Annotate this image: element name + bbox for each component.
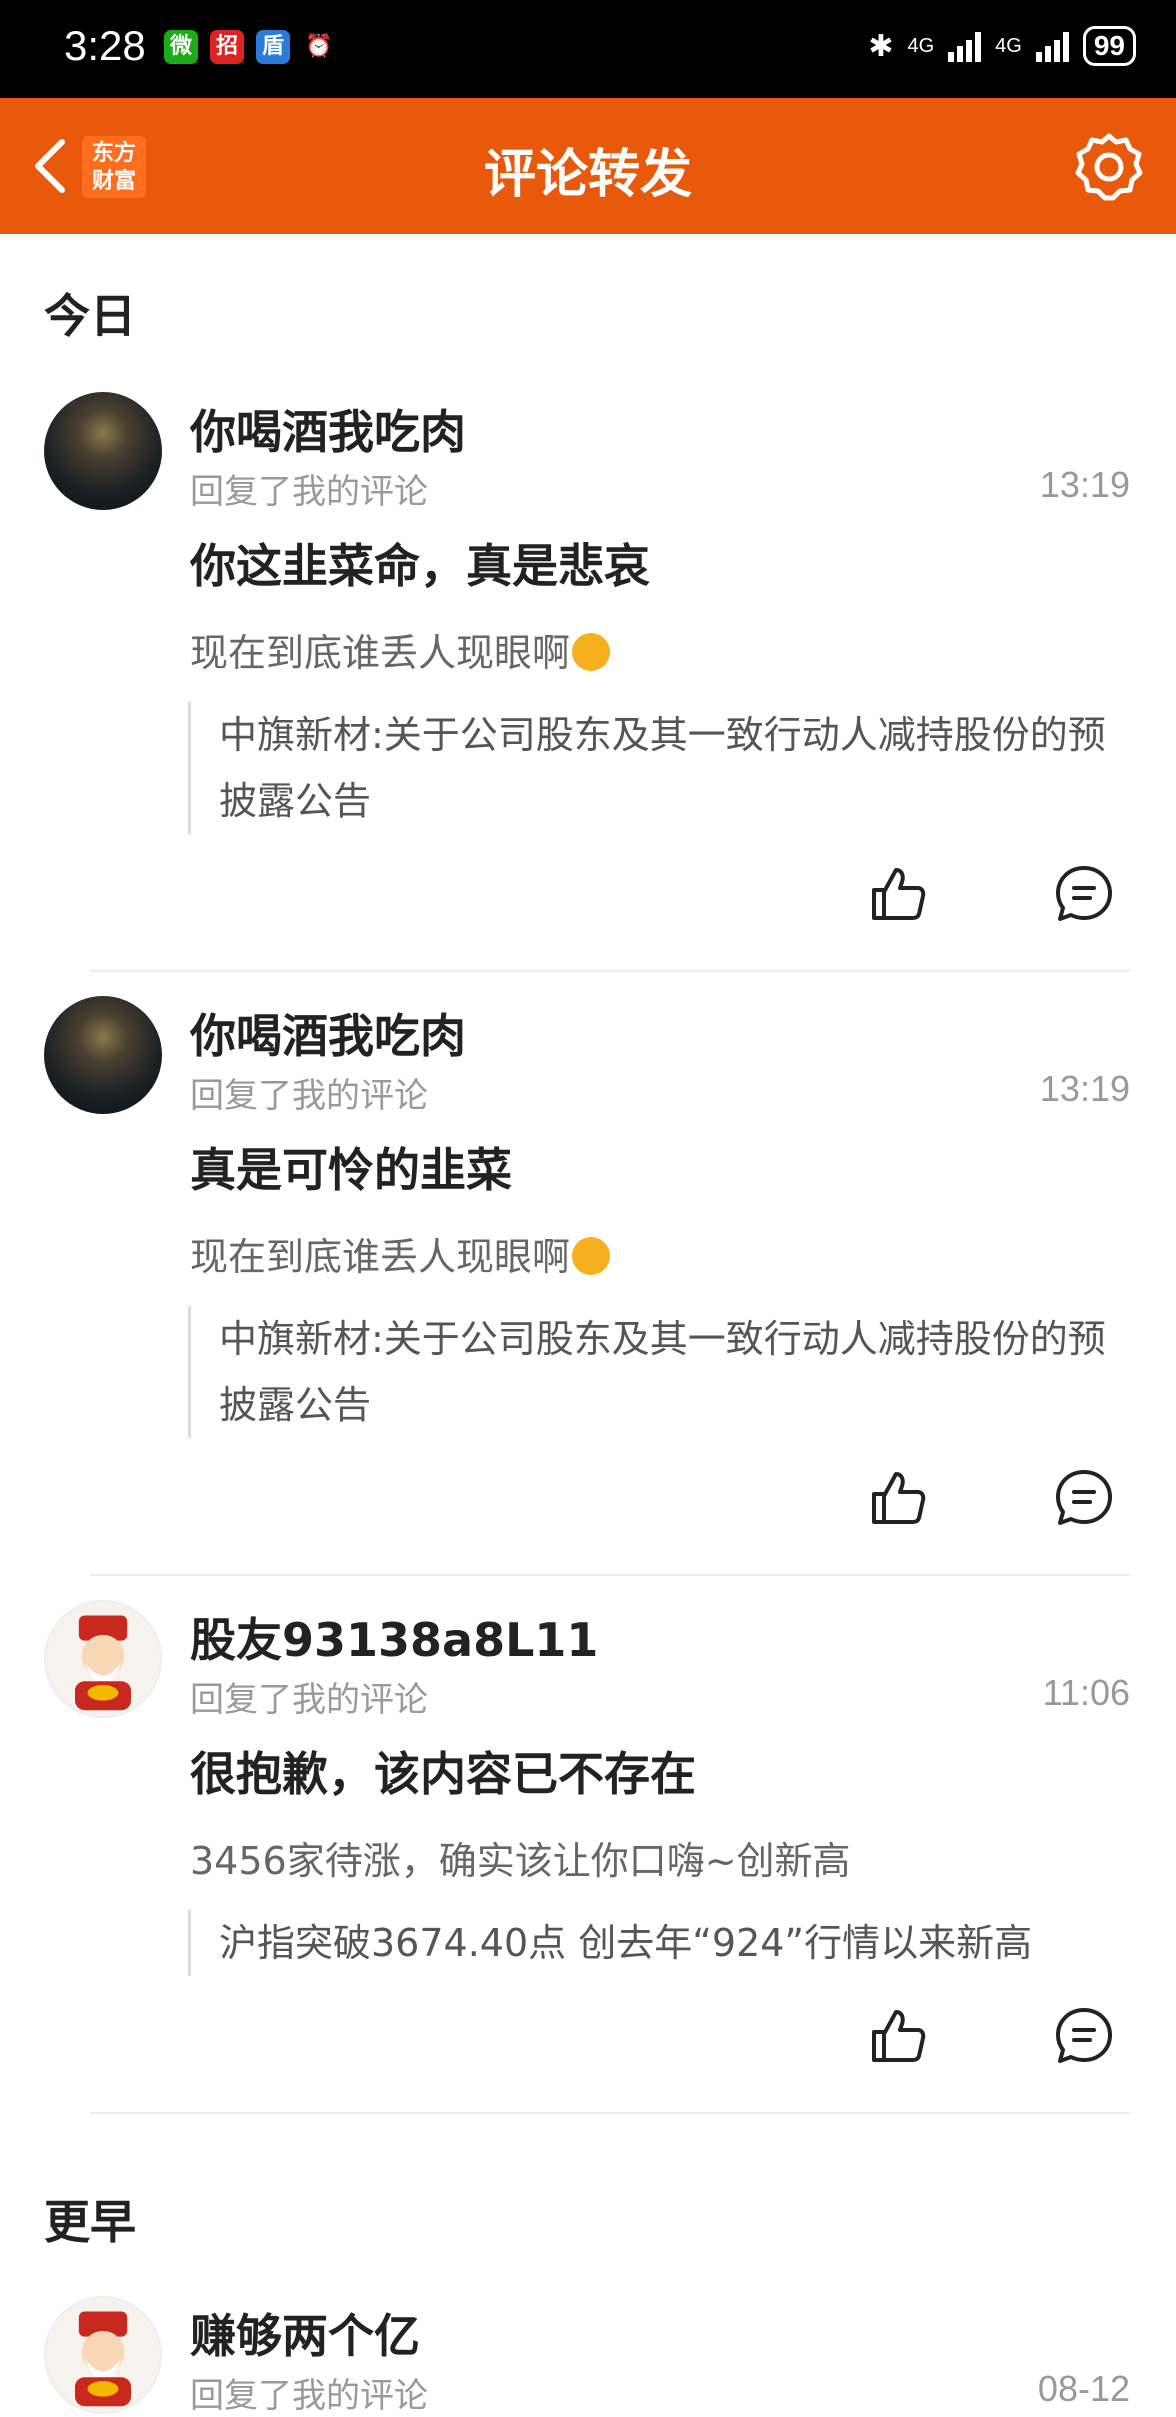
bluetooth-icon: ✱ — [868, 29, 894, 63]
divider — [90, 2112, 1130, 2114]
reply-text: 你这韭菜命，真是悲哀 — [190, 539, 650, 593]
alarm-icon: ⏰ — [305, 34, 333, 59]
timestamp: 13:19 — [1039, 464, 1130, 505]
comment-icon[interactable] — [1052, 2004, 1116, 2068]
app-header: 东方 财富 评论转发 — [0, 98, 1176, 234]
divider — [90, 970, 1130, 972]
comment-icon[interactable] — [1052, 1466, 1116, 1530]
laughing-emoji-icon — [572, 1236, 611, 1275]
action-text: 回复了我的评论 — [190, 2376, 428, 2416]
battery-indicator: 99 — [1082, 26, 1136, 66]
original-comment: 现在到底谁丢人现眼啊 — [190, 622, 611, 677]
quoted-article[interactable]: 中旗新材:关于公司股东及其一致行动人减持股份的预披露公告 — [188, 1306, 1118, 1438]
gear-icon[interactable] — [1072, 130, 1146, 204]
section-earlier: 更早 — [44, 2195, 136, 2249]
original-comment: 现在到底谁丢人现眼啊 — [190, 1226, 611, 1281]
status-notification-icons: 微 招 盾 ⏰ — [164, 30, 336, 64]
avatar[interactable] — [44, 2296, 162, 2414]
reply-text: 很抱歉，该内容已不存在 — [190, 1747, 696, 1801]
reply-text: 真是可怜的韭菜 — [190, 1143, 512, 1197]
network-label-2: 4G — [995, 34, 1022, 57]
timestamp: 11:06 — [1042, 1672, 1130, 1713]
quoted-article[interactable]: 中旗新材:关于公司股东及其一致行动人减持股份的预披露公告 — [188, 702, 1118, 834]
status-right-icons: ✱ 4G 4G 99 — [868, 26, 1136, 66]
section-today: 今日 — [44, 289, 136, 343]
fortune-god-avatar-icon — [74, 2311, 132, 2407]
signal-icon — [948, 30, 982, 62]
original-comment: 3456家待涨，确实该让你口嗨~创新高 — [190, 1839, 851, 1883]
thumbs-up-icon[interactable] — [866, 862, 930, 926]
fortune-god-avatar-icon — [74, 1615, 132, 1711]
action-text: 回复了我的评论 — [190, 1076, 428, 1116]
user-name[interactable]: 你喝酒我吃肉 — [190, 1000, 466, 1066]
thumbs-up-icon[interactable] — [866, 1466, 930, 1530]
user-name[interactable]: 你喝酒我吃肉 — [190, 396, 466, 462]
action-text: 回复了我的评论 — [190, 472, 428, 512]
timestamp: 08-12 — [1037, 2368, 1130, 2409]
comment-icon[interactable] — [1052, 862, 1116, 926]
status-bar: 3:28 微 招 盾 ⏰ ✱ 4G 4G 99 — [0, 0, 1176, 98]
avatar[interactable] — [44, 996, 162, 1114]
signal-icon-2 — [1035, 30, 1069, 62]
shield-app-icon: 盾 — [256, 30, 290, 64]
avatar[interactable] — [44, 392, 162, 510]
divider — [90, 1574, 1130, 1576]
user-name[interactable]: 赚够两个亿 — [190, 2300, 420, 2366]
network-label-1: 4G — [907, 34, 935, 57]
status-time: 3:28 — [64, 22, 146, 69]
page-title: 评论转发 — [483, 145, 692, 205]
thumbs-up-icon[interactable] — [866, 2004, 930, 2068]
laughing-emoji-icon — [572, 632, 611, 671]
quoted-article[interactable]: 沪指突破3674.40点 创去年“924”行情以来新高 — [188, 1910, 1118, 1976]
bank-app-icon: 招 — [210, 30, 244, 64]
action-text: 回复了我的评论 — [190, 1680, 428, 1720]
wechat-icon: 微 — [164, 30, 198, 64]
user-name[interactable]: 股友93138a8L11 — [190, 1604, 598, 1670]
timestamp: 13:19 — [1039, 1068, 1130, 1109]
avatar[interactable] — [44, 1600, 162, 1718]
